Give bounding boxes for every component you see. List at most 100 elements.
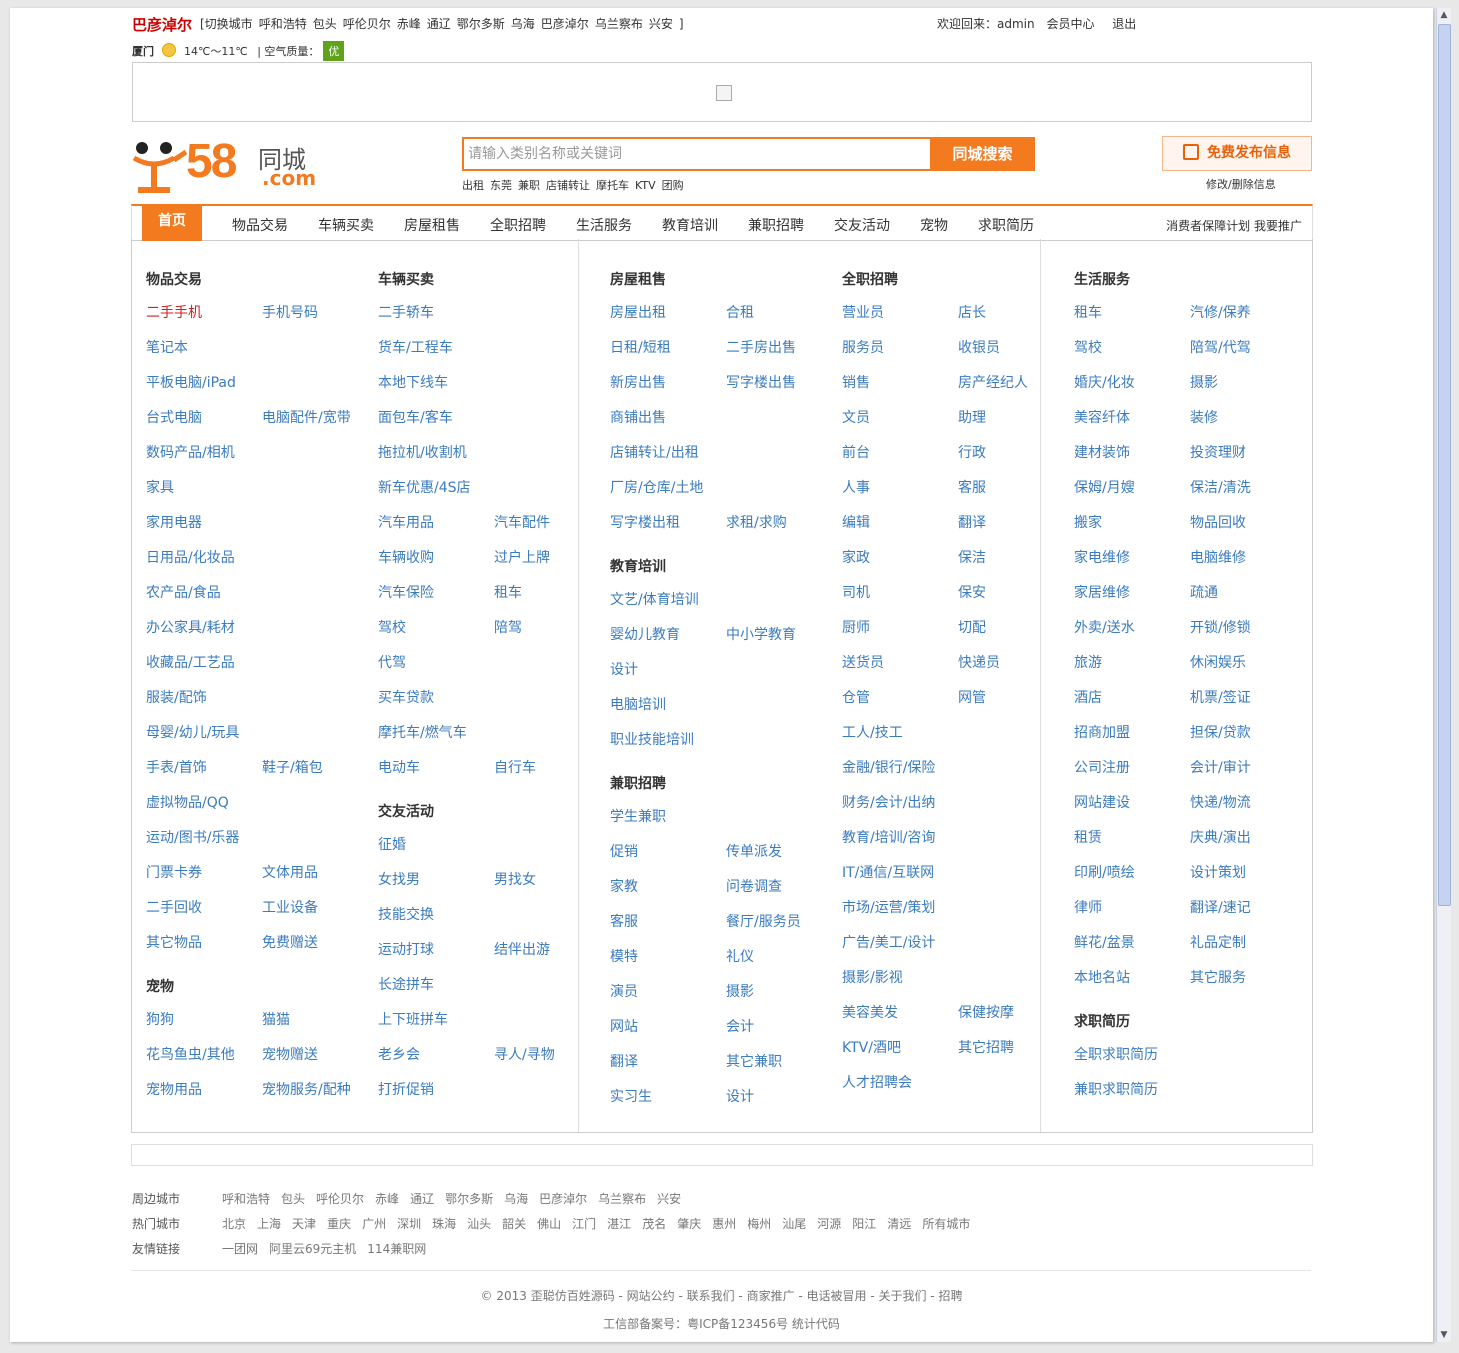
- category-link[interactable]: 其它招聘: [958, 1037, 1014, 1057]
- category-link[interactable]: 家用电器: [146, 512, 202, 532]
- vertical-scrollbar[interactable]: ▲ ▼: [1436, 8, 1451, 1342]
- footer-city[interactable]: 北京: [222, 1217, 246, 1231]
- friend-link[interactable]: 阿里云69元主机: [269, 1242, 356, 1256]
- topbar-city[interactable]: 通辽: [427, 17, 451, 31]
- footer-city[interactable]: 梅州: [747, 1217, 771, 1231]
- category-link[interactable]: 演员: [610, 981, 638, 1001]
- category-link[interactable]: 摄影: [1190, 372, 1218, 392]
- category-link[interactable]: 长途拼车: [378, 974, 434, 994]
- nav-item[interactable]: 生活服务: [576, 215, 632, 235]
- footer-city[interactable]: 包头: [281, 1192, 305, 1206]
- category-link[interactable]: 门票卡券: [146, 862, 202, 882]
- hot-keyword[interactable]: 出租: [462, 179, 484, 192]
- category-link[interactable]: 电动车: [378, 757, 420, 777]
- ad-banner[interactable]: [132, 62, 1312, 122]
- category-link[interactable]: 女找男: [378, 869, 420, 889]
- footer-city[interactable]: 天津: [292, 1217, 316, 1231]
- category-link[interactable]: 二手回收: [146, 897, 202, 917]
- category-link[interactable]: 日用品/化妆品: [146, 547, 235, 567]
- nav-item[interactable]: 物品交易: [232, 215, 288, 235]
- category-link[interactable]: 送货员: [842, 652, 884, 672]
- scroll-down-icon[interactable]: ▼: [1437, 1328, 1451, 1342]
- topbar-city[interactable]: 巴彦淖尔: [541, 17, 589, 31]
- section-title-resume[interactable]: 求职简历: [1074, 1011, 1130, 1031]
- footer-city[interactable]: 巴彦淖尔: [539, 1192, 587, 1206]
- category-link[interactable]: 公司注册: [1074, 757, 1130, 777]
- category-link[interactable]: 文体用品: [262, 862, 318, 882]
- category-link[interactable]: 财务/会计/出纳: [842, 792, 935, 812]
- category-link[interactable]: 虚拟物品/QQ: [146, 792, 229, 812]
- footer-city[interactable]: 乌兰察布: [598, 1192, 646, 1206]
- category-link[interactable]: 文艺/体育培训: [610, 589, 699, 609]
- nav-item[interactable]: 车辆买卖: [318, 215, 374, 235]
- category-link[interactable]: 数码产品/相机: [146, 442, 235, 462]
- topbar-city[interactable]: 呼伦贝尔: [343, 17, 391, 31]
- category-link[interactable]: 摩托车/燃气车: [378, 722, 467, 742]
- section-title-dating[interactable]: 交友活动: [378, 801, 434, 821]
- footer-city[interactable]: 阳江: [852, 1217, 876, 1231]
- category-link[interactable]: 办公家具/耗材: [146, 617, 235, 637]
- category-link[interactable]: 驾校: [1074, 337, 1102, 357]
- footer-city[interactable]: 所有城市: [922, 1217, 970, 1231]
- category-link[interactable]: 宠物用品: [146, 1079, 202, 1099]
- category-link[interactable]: 快递员: [958, 652, 1000, 672]
- category-link[interactable]: 学生兼职: [610, 806, 666, 826]
- category-link[interactable]: 求租/求购: [726, 512, 787, 532]
- section-title-goods[interactable]: 物品交易: [146, 269, 202, 289]
- section-title-cars[interactable]: 车辆买卖: [378, 269, 434, 289]
- category-link[interactable]: 租赁: [1074, 827, 1102, 847]
- category-link[interactable]: 美容纤体: [1074, 407, 1130, 427]
- category-link[interactable]: 写字楼出租: [610, 512, 680, 532]
- footer-city[interactable]: 重庆: [327, 1217, 351, 1231]
- topbar-city[interactable]: 鄂尔多斯: [457, 17, 505, 31]
- category-link[interactable]: 收银员: [958, 337, 1000, 357]
- scroll-up-icon[interactable]: ▲: [1437, 8, 1451, 22]
- category-link[interactable]: 平板电脑/iPad: [146, 372, 236, 392]
- category-link[interactable]: 招商加盟: [1074, 722, 1130, 742]
- search-input[interactable]: 请输入类别名称或关键词: [462, 137, 932, 171]
- section-title-pets[interactable]: 宠物: [146, 976, 174, 996]
- category-link[interactable]: 结伴出游: [494, 939, 550, 959]
- footer-city[interactable]: 汕头: [467, 1217, 491, 1231]
- category-link[interactable]: 设计: [726, 1086, 754, 1106]
- category-link[interactable]: 摄影: [726, 981, 754, 1001]
- category-link[interactable]: 免费赠送: [262, 932, 318, 952]
- category-link[interactable]: 台式电脑: [146, 407, 202, 427]
- category-link[interactable]: 服装/配饰: [146, 687, 207, 707]
- category-link[interactable]: 网站建设: [1074, 792, 1130, 812]
- footer-city[interactable]: 广州: [362, 1217, 386, 1231]
- category-link[interactable]: 中小学教育: [726, 624, 796, 644]
- footer-city[interactable]: 江门: [572, 1217, 596, 1231]
- category-link[interactable]: 仓管: [842, 687, 870, 707]
- footer-city[interactable]: 呼伦贝尔: [316, 1192, 364, 1206]
- category-link[interactable]: 装修: [1190, 407, 1218, 427]
- category-link[interactable]: 服务员: [842, 337, 884, 357]
- category-link[interactable]: 保洁/清洗: [1190, 477, 1251, 497]
- category-link[interactable]: 买车贷款: [378, 687, 434, 707]
- category-link[interactable]: 婚庆/化妆: [1074, 372, 1135, 392]
- category-link[interactable]: 家政: [842, 547, 870, 567]
- category-link[interactable]: 驾校: [378, 617, 406, 637]
- category-link[interactable]: 二手房出售: [726, 337, 796, 357]
- category-link[interactable]: 翻译/速记: [1190, 897, 1251, 917]
- category-link[interactable]: 保姆/月嫂: [1074, 477, 1135, 497]
- category-link[interactable]: 客服: [958, 477, 986, 497]
- category-link[interactable]: 工人/技工: [842, 722, 903, 742]
- nav-item[interactable]: 全职招聘: [490, 215, 546, 235]
- category-link[interactable]: 本地名站: [1074, 967, 1130, 987]
- site-logo[interactable]: 58 同城 .com: [130, 134, 330, 194]
- category-link[interactable]: 收藏品/工艺品: [146, 652, 235, 672]
- footer-city[interactable]: 珠海: [432, 1217, 456, 1231]
- category-link[interactable]: 庆典/演出: [1190, 827, 1251, 847]
- category-link[interactable]: 休闲娱乐: [1190, 652, 1246, 672]
- category-link[interactable]: 其它服务: [1190, 967, 1246, 987]
- section-title-parttime[interactable]: 兼职招聘: [610, 773, 666, 793]
- category-link[interactable]: 征婚: [378, 834, 406, 854]
- category-link[interactable]: 汽修/保养: [1190, 302, 1251, 322]
- nav-right-links[interactable]: 消费者保障计划 我要推广: [1166, 217, 1302, 234]
- category-link[interactable]: 兼职求职简历: [1074, 1079, 1158, 1099]
- footer-city[interactable]: 惠州: [712, 1217, 736, 1231]
- category-link[interactable]: 婴幼儿教育: [610, 624, 680, 644]
- section-title-house[interactable]: 房屋租售: [610, 269, 666, 289]
- category-link[interactable]: 文员: [842, 407, 870, 427]
